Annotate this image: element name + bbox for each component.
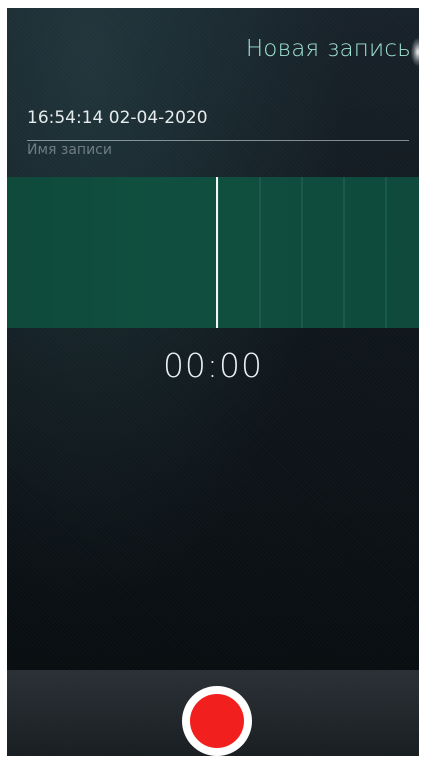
recording-timer: 00:00 (162, 346, 264, 385)
page-title: Новая запись (245, 36, 411, 62)
playhead-cursor (216, 177, 218, 328)
record-button[interactable] (182, 686, 252, 756)
recording-name-field[interactable] (27, 102, 409, 141)
pulley-menu-indicator[interactable] (411, 38, 419, 66)
recording-name-label: Имя записи (27, 142, 112, 158)
record-icon (190, 694, 244, 748)
waveform-grid (217, 177, 419, 328)
waveform-area (7, 177, 419, 328)
control-panel (7, 670, 419, 756)
app-screen: Новая запись Имя записи 00:00 (7, 8, 419, 756)
